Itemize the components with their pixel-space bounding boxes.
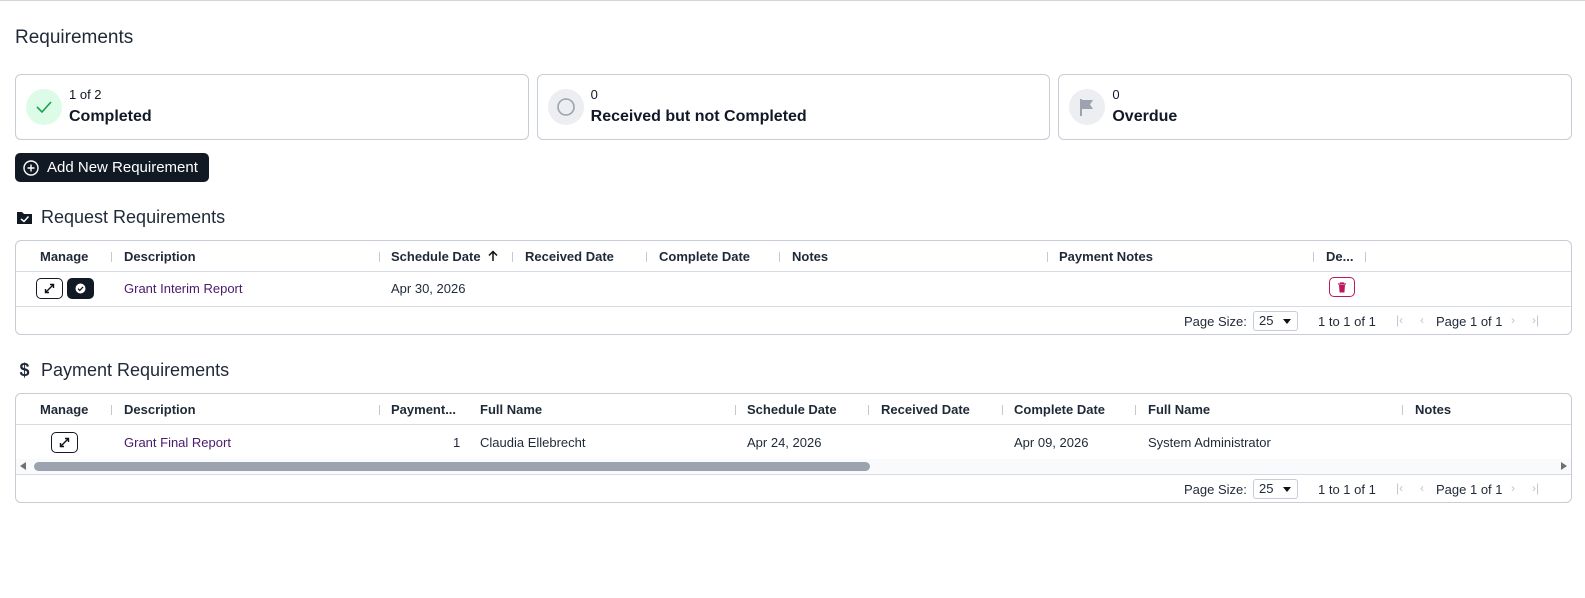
request-schedule-date: Apr 30, 2026 bbox=[391, 281, 466, 296]
scroll-left-icon[interactable] bbox=[20, 462, 26, 470]
col-schedule-date[interactable]: Schedule Date bbox=[391, 249, 499, 264]
page-size-select[interactable]: 25 bbox=[1253, 311, 1298, 331]
request-requirements-title: Request Requirements bbox=[41, 207, 226, 227]
flag-icon bbox=[1069, 89, 1106, 125]
page-indicator: Page 1 of 1 bbox=[1436, 482, 1503, 497]
caret-down-icon bbox=[1283, 319, 1291, 324]
table-row: Grant Interim Report Apr 30, 2026 bbox=[16, 272, 1571, 306]
col-description[interactable]: Description bbox=[124, 249, 196, 264]
page-title: Requirements bbox=[15, 27, 134, 48]
col-manage[interactable]: Manage bbox=[40, 249, 88, 264]
circle-icon bbox=[547, 89, 584, 125]
request-requirements-grid: Manage Description Schedule Date Receive… bbox=[15, 240, 1572, 335]
col-full-name-2[interactable]: Full Name bbox=[1148, 402, 1210, 417]
request-description-link[interactable]: Grant Interim Report bbox=[124, 281, 243, 296]
request-grid-footer: Page Size: 25 1 to 1 of 1 |‹ ‹ Page 1 of… bbox=[16, 306, 1571, 334]
payment-requirements-grid: Manage Description Payment... Full Name … bbox=[15, 393, 1572, 503]
check-circle-icon bbox=[75, 283, 86, 294]
col-notes[interactable]: Notes bbox=[792, 249, 828, 264]
expand-button[interactable] bbox=[51, 432, 78, 453]
check-icon bbox=[26, 89, 62, 125]
expand-icon bbox=[44, 283, 55, 294]
summary-card-completed: 1 of 2 Completed bbox=[15, 74, 529, 140]
payment-requirements-title: Payment Requirements bbox=[41, 360, 230, 380]
received-label: Received but not Completed bbox=[590, 108, 807, 125]
payment-number: 1 bbox=[453, 435, 461, 450]
received-count: 0 bbox=[590, 87, 598, 102]
col-complete-date[interactable]: Complete Date bbox=[1014, 402, 1105, 417]
payment-grid-header: Manage Description Payment... Full Name … bbox=[16, 394, 1571, 425]
summary-card-overdue: 0 Overdue bbox=[1058, 74, 1573, 140]
first-page-icon[interactable]: |‹ bbox=[1396, 313, 1403, 327]
next-page-icon[interactable]: › bbox=[1511, 481, 1515, 495]
caret-down-icon bbox=[1283, 487, 1291, 492]
col-received-date[interactable]: Received Date bbox=[525, 249, 614, 264]
completed-count: 1 of 2 bbox=[69, 87, 102, 102]
col-notes[interactable]: Notes bbox=[1415, 402, 1451, 417]
sort-ascending-icon bbox=[488, 250, 498, 261]
col-full-name[interactable]: Full Name bbox=[480, 402, 542, 417]
add-requirement-label: Add New Requirement bbox=[47, 159, 198, 176]
col-received-date[interactable]: Received Date bbox=[881, 402, 970, 417]
next-page-icon[interactable]: › bbox=[1511, 313, 1515, 327]
prev-page-icon[interactable]: ‹ bbox=[1420, 481, 1424, 495]
col-schedule-date[interactable]: Schedule Date bbox=[747, 402, 837, 417]
trash-icon bbox=[1338, 281, 1346, 292]
plus-circle-icon bbox=[23, 159, 39, 176]
page-indicator: Page 1 of 1 bbox=[1436, 314, 1503, 329]
row-range: 1 to 1 of 1 bbox=[1318, 314, 1376, 329]
folder-check-icon bbox=[16, 210, 33, 225]
payment-requirements-heading: $ Payment Requirements bbox=[16, 360, 229, 381]
complete-button[interactable] bbox=[67, 278, 94, 299]
scrollbar-thumb[interactable] bbox=[34, 462, 870, 471]
col-delete[interactable]: De... bbox=[1326, 249, 1353, 264]
payment-full-name: Claudia Ellebrecht bbox=[480, 435, 586, 450]
add-requirement-button[interactable]: Add New Requirement bbox=[15, 153, 209, 182]
completed-label: Completed bbox=[69, 108, 152, 125]
scroll-right-icon[interactable] bbox=[1561, 462, 1567, 470]
summary-card-received: 0 Received but not Completed bbox=[536, 74, 1051, 140]
overdue-label: Overdue bbox=[1112, 108, 1178, 125]
col-manage[interactable]: Manage bbox=[40, 402, 88, 417]
prev-page-icon[interactable]: ‹ bbox=[1420, 313, 1424, 327]
expand-button[interactable] bbox=[36, 278, 63, 299]
payment-description-link[interactable]: Grant Final Report bbox=[124, 435, 231, 450]
overdue-count: 0 bbox=[1112, 87, 1120, 102]
request-grid-header: Manage Description Schedule Date Receive… bbox=[16, 241, 1571, 272]
payment-complete-date: Apr 09, 2026 bbox=[1014, 435, 1089, 450]
expand-icon bbox=[59, 437, 70, 448]
delete-button[interactable] bbox=[1329, 277, 1355, 297]
request-requirements-heading: Request Requirements bbox=[16, 207, 225, 228]
first-page-icon[interactable]: |‹ bbox=[1396, 481, 1403, 495]
payment-grid-footer: Page Size: 25 1 to 1 of 1 |‹ ‹ Page 1 of… bbox=[16, 474, 1571, 502]
dollar-icon: $ bbox=[19, 360, 30, 380]
last-page-icon[interactable]: ›| bbox=[1532, 313, 1539, 327]
col-complete-date[interactable]: Complete Date bbox=[659, 249, 750, 264]
col-payment[interactable]: Payment... bbox=[391, 402, 456, 417]
horizontal-scrollbar[interactable] bbox=[16, 459, 1571, 474]
page-size-select[interactable]: 25 bbox=[1253, 479, 1298, 499]
col-payment-notes[interactable]: Payment Notes bbox=[1059, 249, 1153, 264]
page-size-label: Page Size: bbox=[1184, 482, 1247, 497]
page-size-label: Page Size: bbox=[1184, 314, 1247, 329]
col-description[interactable]: Description bbox=[124, 402, 196, 417]
last-page-icon[interactable]: ›| bbox=[1532, 481, 1539, 495]
payment-full-name-2: System Administrator bbox=[1148, 435, 1271, 450]
row-range: 1 to 1 of 1 bbox=[1318, 482, 1376, 497]
payment-schedule-date: Apr 24, 2026 bbox=[747, 435, 822, 450]
summary-cards: 1 of 2 Completed 0 Received but not Comp… bbox=[15, 74, 1573, 140]
table-row: Grant Final Report 1 Claudia Ellebrecht … bbox=[16, 425, 1571, 459]
